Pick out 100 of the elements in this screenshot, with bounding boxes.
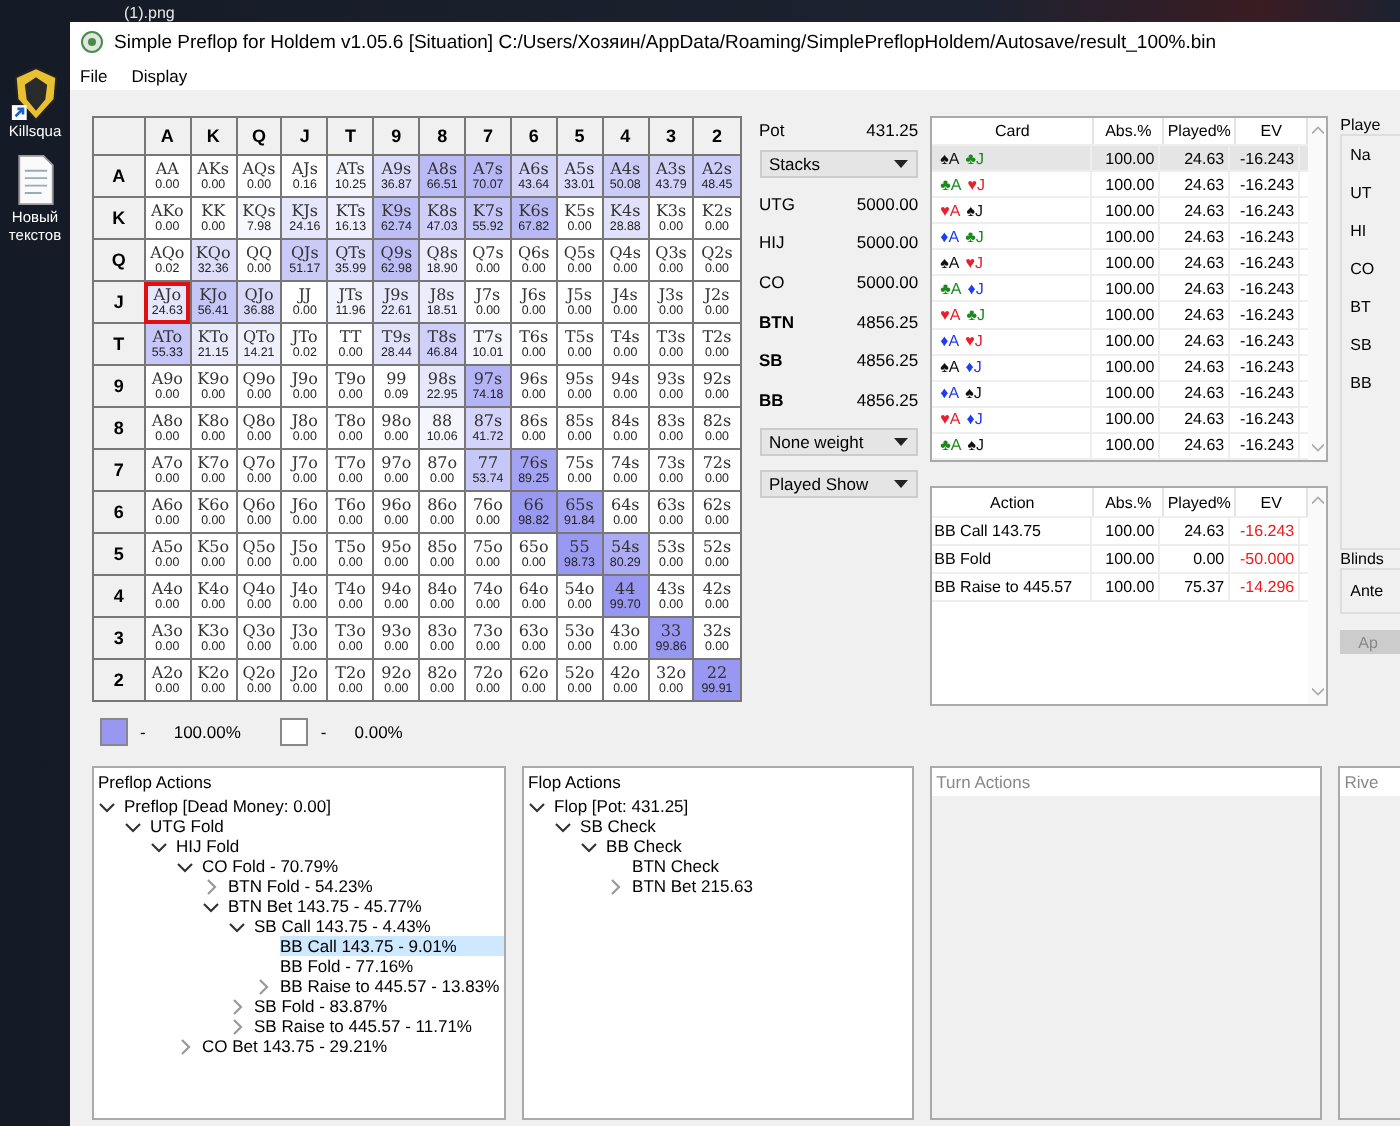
- table-row[interactable]: ♥A ♣J 100.00 24.63 -16.243: [932, 302, 1309, 330]
- column-header[interactable]: Played%: [1164, 118, 1237, 145]
- table-cell: 100.00: [1092, 574, 1161, 600]
- card-label: ♣A: [940, 175, 962, 194]
- scroll-down-icon[interactable]: [1311, 444, 1324, 452]
- show-dropdown[interactable]: Played Show: [759, 469, 919, 498]
- tree-item[interactable]: Flop [Pot: 431.25]: [554, 796, 913, 816]
- table-row[interactable]: ♦A ♠J 100.00 24.63 -16.243: [932, 381, 1309, 408]
- card-label: ♣A: [940, 279, 962, 298]
- tree-item[interactable]: SB Check: [580, 816, 913, 836]
- tree-item[interactable]: BTN Fold - 54.23%: [228, 876, 505, 896]
- table-cell: 100.00: [1092, 172, 1161, 197]
- pot-value: 431.25: [866, 119, 919, 139]
- tree-item[interactable]: SB Call 143.75 - 4.43%: [254, 916, 505, 936]
- column-header[interactable]: Action: [932, 488, 1095, 516]
- row-header: Q: [93, 239, 145, 281]
- table-row[interactable]: BB Fold 100.00 0.00 -50.000: [932, 546, 1309, 574]
- table-cell: -16.243: [1230, 224, 1301, 249]
- table-cell: 100.00: [1092, 433, 1161, 458]
- chevron-right-icon[interactable]: [176, 1037, 194, 1055]
- row-header: 3: [93, 617, 145, 659]
- table-row[interactable]: BB Raise to 445.57 100.00 75.37 -14.296: [932, 574, 1309, 602]
- tree-item[interactable]: CO Fold - 70.79%: [202, 856, 505, 876]
- tree-item[interactable]: Preflop [Dead Money: 0.00]: [124, 796, 505, 816]
- scrollbar[interactable]: [1308, 118, 1327, 460]
- app-logo-icon: [80, 30, 104, 54]
- table-cell: 100.00: [1092, 546, 1161, 572]
- table-cell: 24.63: [1160, 146, 1231, 171]
- chevron-right-icon[interactable]: [606, 877, 625, 895]
- scroll-up-icon[interactable]: [1311, 126, 1324, 134]
- card-label: ♥A: [940, 201, 961, 220]
- column-header[interactable]: Abs.%: [1094, 488, 1165, 516]
- table-row[interactable]: ♣A ♠J 100.00 24.63 -16.243: [932, 433, 1309, 460]
- table-cell: 24.63: [1160, 433, 1231, 458]
- card-label: ♥A: [940, 410, 961, 429]
- scrollbar[interactable]: [1308, 488, 1327, 704]
- table-cell: 100.00: [1092, 518, 1161, 544]
- row-header: K: [93, 197, 145, 239]
- table-cell: 24.63: [1160, 250, 1231, 275]
- menu-item[interactable]: Display: [131, 66, 188, 86]
- table-row[interactable]: ♠A ♦J 100.00 24.63 -16.243: [932, 355, 1309, 382]
- tree-item[interactable]: BTN Bet 143.75 - 45.77%: [228, 896, 505, 916]
- table-row[interactable]: BB Call 143.75 100.00 24.63 -16.243: [932, 518, 1309, 546]
- column-header: A: [144, 117, 191, 155]
- table-row[interactable]: ♣A ♥J 100.00 24.63 -16.243: [932, 172, 1309, 199]
- table-cell: 100.00: [1092, 198, 1161, 223]
- card-label: ♦A: [940, 332, 960, 351]
- table-row[interactable]: ♦A ♥J 100.00 24.63 -16.243: [932, 329, 1309, 356]
- table-row[interactable]: ♥A ♦J 100.00 24.63 -16.243: [932, 407, 1309, 434]
- legend-label: 100.00%: [173, 722, 241, 742]
- table-cell: BB Raise to 445.57: [932, 574, 1093, 600]
- table-row[interactable]: ♠A ♣J 100.00 24.63 -16.243: [932, 146, 1309, 173]
- table-row[interactable]: ♣A ♦J 100.00 24.63 -16.243: [932, 276, 1309, 303]
- tree-item[interactable]: SB Raise to 445.57 - 11.71%: [254, 1016, 505, 1036]
- stack-value: 5000.00: [856, 193, 919, 214]
- table-cell: 24.63: [1160, 329, 1231, 354]
- column-header[interactable]: Played%: [1164, 488, 1237, 516]
- column-header[interactable]: Abs.%: [1094, 118, 1165, 145]
- table-cell: -14.296: [1230, 574, 1301, 600]
- table-cell: 24.63: [1160, 355, 1231, 380]
- card-label: ♥J: [967, 175, 985, 194]
- card-label: ♥J: [965, 332, 983, 351]
- tree-item[interactable]: SB Fold - 83.87%: [254, 996, 505, 1016]
- panel-title: Turn Actions: [932, 768, 1321, 796]
- card-label: ♥A: [940, 306, 961, 325]
- table-row[interactable]: ♠A ♥J 100.00 24.63 -16.243: [932, 250, 1309, 277]
- card-label: ♣J: [966, 306, 985, 325]
- card-label: ♥J: [965, 253, 983, 272]
- row-header: A: [93, 155, 145, 197]
- table-cell: -16.243: [1230, 146, 1301, 171]
- menu-item[interactable]: File: [80, 66, 108, 86]
- tree-item[interactable]: BTN Bet 215.63: [632, 876, 913, 896]
- column-header: K: [190, 117, 237, 155]
- table-cell: -16.243: [1230, 518, 1301, 544]
- column-header: 8: [419, 117, 466, 155]
- column-header: 2: [693, 117, 740, 155]
- stacks-dropdown[interactable]: Stacks: [759, 150, 919, 178]
- table-cell: 24.63: [1160, 276, 1231, 301]
- column-header: 3: [648, 117, 694, 155]
- scroll-up-icon[interactable]: [1311, 496, 1324, 504]
- legend-dash: -: [320, 722, 327, 742]
- stack-value: 5000.00: [856, 232, 919, 253]
- scroll-down-icon[interactable]: [1311, 688, 1324, 696]
- table-cell: 75.37: [1160, 574, 1231, 600]
- tree-item[interactable]: CO Bet 143.75 - 29.21%: [202, 1036, 505, 1056]
- card-label: ♦J: [966, 410, 983, 429]
- tree-item[interactable]: BB Call 143.75 - 9.01%: [280, 936, 505, 956]
- weight-dropdown[interactable]: None weight: [759, 427, 919, 456]
- table-row[interactable]: ♥A ♠J 100.00 24.63 -16.243: [932, 198, 1309, 225]
- table-cell: 100.00: [1092, 355, 1161, 380]
- tree-item[interactable]: BB Fold - 77.16%: [280, 956, 505, 976]
- column-header[interactable]: Card: [932, 118, 1095, 145]
- table-row[interactable]: ♦A ♣J 100.00 24.63 -16.243: [932, 224, 1309, 251]
- tree-item[interactable]: BTN Check: [632, 856, 913, 876]
- tree-item[interactable]: UTG Fold: [150, 816, 505, 836]
- group-title: Playe: [1340, 116, 1383, 134]
- tree-item[interactable]: HIJ Fold: [176, 836, 505, 856]
- table-cell: 24.63: [1160, 224, 1231, 249]
- tree-item[interactable]: BB Raise to 445.57 - 13.83%: [280, 976, 505, 996]
- tree-item[interactable]: BB Check: [606, 836, 913, 856]
